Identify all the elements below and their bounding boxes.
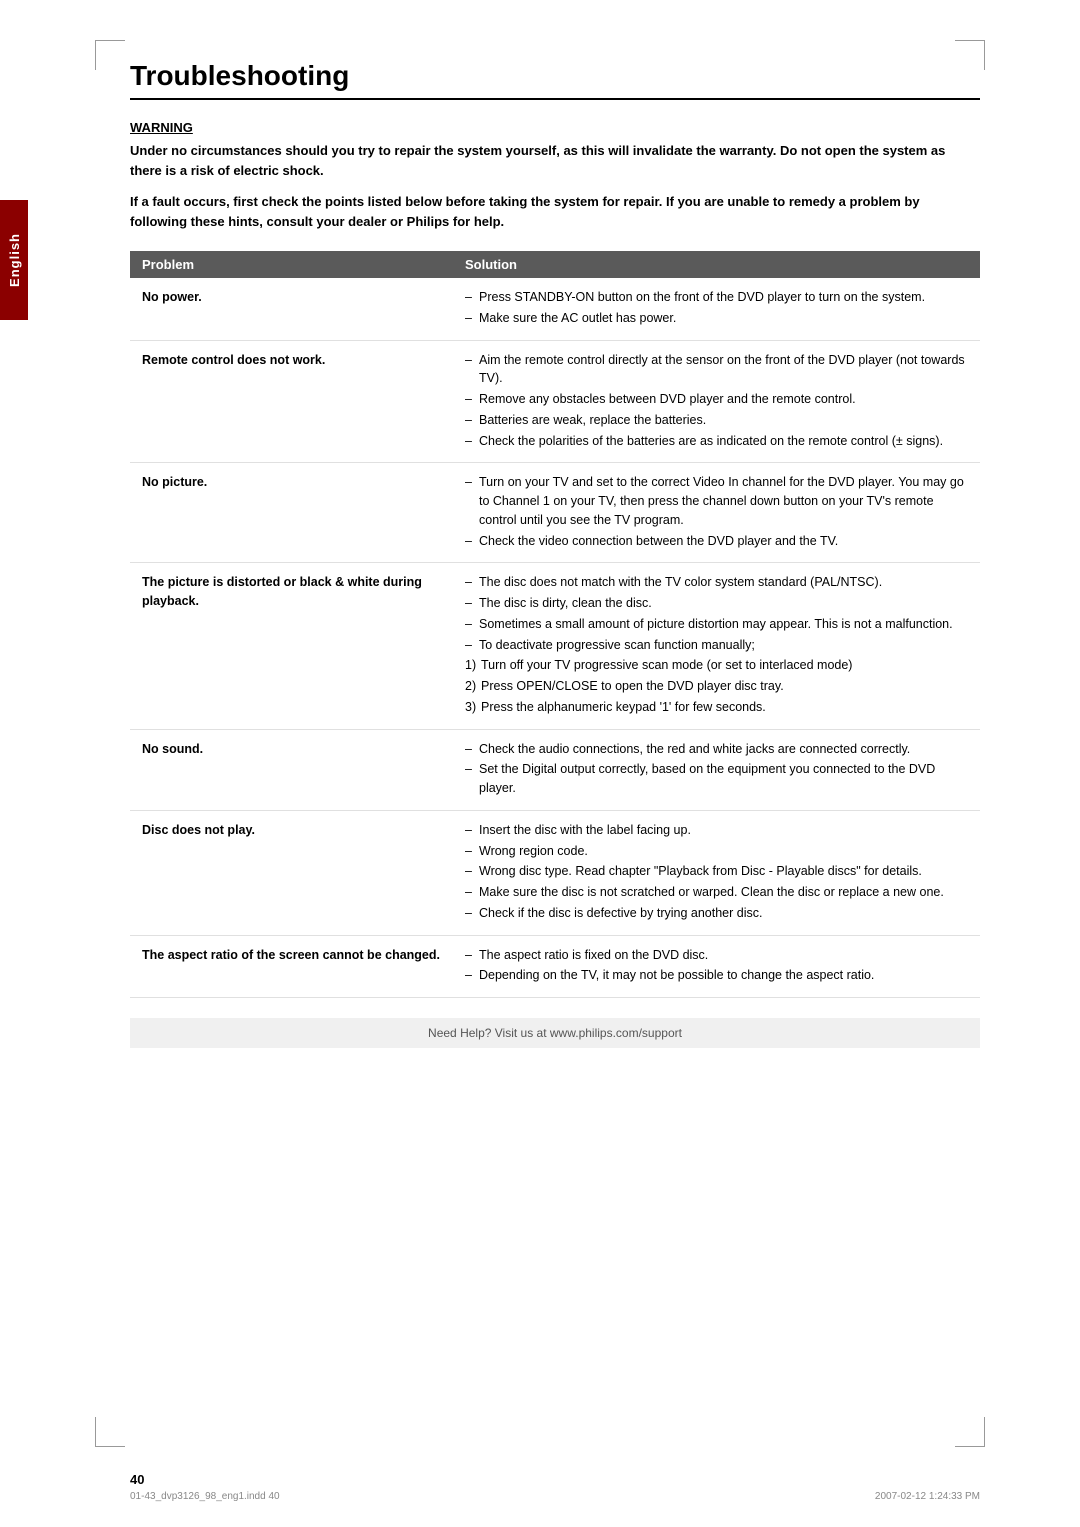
solution-cell-5: Insert the disc with the label facing up… [453,810,980,935]
solution-item: Insert the disc with the label facing up… [465,821,968,840]
corner-mark-br-h [955,1446,985,1447]
language-side-tab: English [0,200,28,320]
footer-date-info: 2007-02-12 1:24:33 PM [875,1491,980,1502]
solution-cell-2: Turn on your TV and set to the correct V… [453,463,980,563]
solution-item: Check if the disc is defective by trying… [465,904,968,923]
footer-file-info: 01-43_dvp3126_98_eng1.indd 40 [130,1491,280,1502]
solution-item: Make sure the AC outlet has power. [465,309,968,328]
warning-title: WARNING [130,120,980,135]
solution-item: Turn on your TV and set to the correct V… [465,473,968,529]
table-row: Remote control does not work. Aim the rem… [130,340,980,463]
corner-mark-tl-h [95,40,125,41]
corner-mark-tr-v [984,40,985,70]
solution-item: Depending on the TV, it may not be possi… [465,966,968,985]
table-row: The picture is distorted or black & whit… [130,563,980,729]
solution-item: To deactivate progressive scan function … [465,636,968,655]
solution-cell-1: Aim the remote control directly at the s… [453,340,980,463]
problem-cell-0: No power. [130,278,453,340]
solution-cell-4: Check the audio connections, the red and… [453,729,980,810]
corner-mark-tr-h [955,40,985,41]
solution-item: Check the video connection between the D… [465,532,968,551]
page-title: Troubleshooting [130,60,980,100]
page-number: 40 [130,1472,144,1487]
problem-cell-5: Disc does not play. [130,810,453,935]
solution-header: Solution [453,251,980,278]
solution-item: Wrong disc type. Read chapter "Playback … [465,862,968,881]
solution-item: Sometimes a small amount of picture dist… [465,615,968,634]
solution-cell-6: The aspect ratio is fixed on the DVD dis… [453,935,980,998]
table-row: The aspect ratio of the screen cannot be… [130,935,980,998]
solution-item: Check the polarities of the batteries ar… [465,432,968,451]
side-tab-label: English [7,233,22,287]
problem-cell-2: No picture. [130,463,453,563]
numbered-solution-item: Turn off your TV progressive scan mode (… [465,656,968,675]
solution-item: The disc is dirty, clean the disc. [465,594,968,613]
page-container: English Troubleshooting WARNING Under no… [0,0,1080,1527]
problem-cell-1: Remote control does not work. [130,340,453,463]
table-row: No power. Press STANDBY-ON button on the … [130,278,980,340]
solution-item: Batteries are weak, replace the batterie… [465,411,968,430]
corner-mark-tl-v [95,40,96,70]
solution-item: Wrong region code. [465,842,968,861]
solution-item: The disc does not match with the TV colo… [465,573,968,592]
corner-mark-bl-h [95,1446,125,1447]
numbered-solution-item: Press OPEN/CLOSE to open the DVD player … [465,677,968,696]
corner-mark-bl-v [95,1417,96,1447]
solution-item: Check the audio connections, the red and… [465,740,968,759]
footer-help-text: Need Help? Visit us at www.philips.com/s… [130,1018,980,1048]
table-header-row: Problem Solution [130,251,980,278]
problem-header: Problem [130,251,453,278]
problem-cell-6: The aspect ratio of the screen cannot be… [130,935,453,998]
solution-item: Set the Digital output correctly, based … [465,760,968,798]
warning-text-2: If a fault occurs, first check the point… [130,192,980,231]
table-row: No picture.Turn on your TV and set to th… [130,463,980,563]
warning-text-1: Under no circumstances should you try to… [130,141,980,180]
warning-section: WARNING Under no circumstances should yo… [130,120,980,231]
solution-item: Remove any obstacles between DVD player … [465,390,968,409]
table-row: No sound. Check the audio connections, th… [130,729,980,810]
table-row: Disc does not play. Insert the disc with … [130,810,980,935]
solution-cell-0: Press STANDBY-ON button on the front of … [453,278,980,340]
troubleshooting-table: Problem Solution No power. Press STANDBY-… [130,251,980,998]
problem-cell-4: No sound. [130,729,453,810]
solution-item: Make sure the disc is not scratched or w… [465,883,968,902]
solution-item: Press STANDBY-ON button on the front of … [465,288,968,307]
numbered-solution-item: Press the alphanumeric keypad '1' for fe… [465,698,968,717]
solution-cell-3: The disc does not match with the TV colo… [453,563,980,729]
solution-item: The aspect ratio is fixed on the DVD dis… [465,946,968,965]
problem-cell-3: The picture is distorted or black & whit… [130,563,453,729]
corner-mark-br-v [984,1417,985,1447]
solution-item: Aim the remote control directly at the s… [465,351,968,389]
